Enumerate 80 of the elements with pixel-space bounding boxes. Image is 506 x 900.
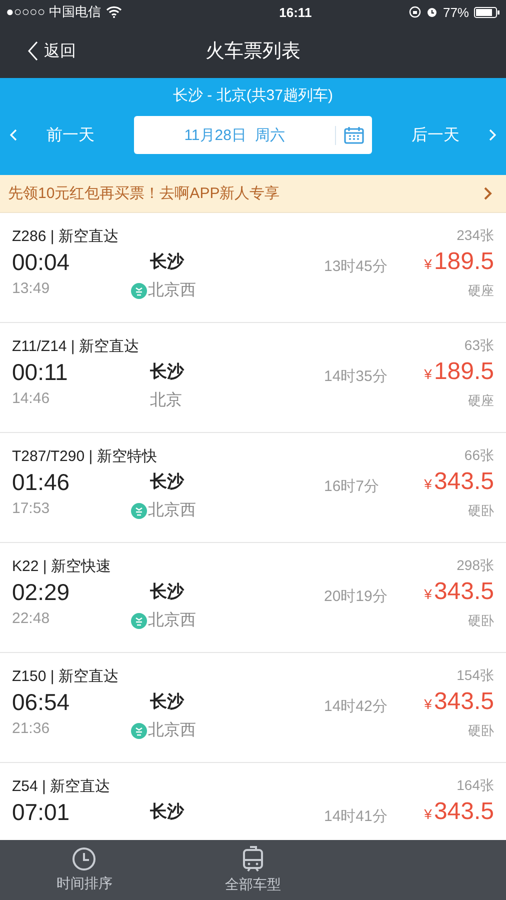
- arrival-time: 14:46: [12, 390, 51, 407]
- calendar-icon: [344, 126, 364, 144]
- wifi-icon: [106, 6, 122, 18]
- arrival-time: 22:48: [12, 610, 51, 627]
- departure-time: 07:01: [12, 799, 71, 826]
- travel-duration: 16时7分: [324, 477, 380, 497]
- train-row[interactable]: K22 | 新空快速 02:29 22:48 长沙 北京西 20时19分 298张 ¥343.5 硬卧: [0, 543, 506, 653]
- chevron-left-icon: [10, 129, 17, 141]
- seat-class: 硬座: [468, 282, 494, 300]
- terminal-badge-icon: [131, 612, 147, 628]
- route-summary: 长沙 - 北京(共37趟列车): [172, 86, 334, 106]
- ticket-price: ¥343.5: [424, 578, 494, 606]
- terminal-badge-icon: [131, 722, 147, 738]
- ticket-price: ¥189.5: [424, 248, 494, 276]
- arrival-station: 北京: [149, 390, 182, 411]
- travel-duration: 14时42分: [324, 697, 388, 717]
- train-row[interactable]: T287/T290 | 新空特快 01:46 17:53 长沙 北京西 16时7分 66张 ¥343.5 硬卧: [0, 433, 506, 543]
- chevron-right-icon: [489, 129, 496, 141]
- departure-station: 长沙: [149, 801, 186, 823]
- departure-time: 00:11: [12, 359, 69, 386]
- seat-class: 硬座: [468, 392, 494, 410]
- arrival-station: 北京西: [148, 610, 196, 631]
- departure-station: 长沙: [149, 691, 186, 713]
- train-row[interactable]: Z11/Z14 | 新空直达 00:11 14:46 长沙 北京 14时35分 63张 ¥189.5 硬座: [0, 323, 506, 433]
- arrival-time: 13:49: [12, 280, 51, 297]
- seat-class: 硬卧: [468, 502, 494, 520]
- train-row[interactable]: Z150 | 新空直达 06:54 21:36 长沙 北京西 14时42分 154张 ¥343.5 硬卧: [0, 653, 506, 763]
- clock-time: 16:11: [278, 4, 313, 20]
- battery-percent: 77%: [442, 4, 469, 20]
- seat-class: 硬卧: [468, 722, 494, 740]
- tickets-left: 154张: [456, 667, 494, 685]
- train-number: Z150 | 新空直达: [12, 667, 118, 686]
- tickets-left: 164张: [456, 777, 494, 795]
- arrival-time: 17:53: [12, 500, 51, 517]
- train-number: Z11/Z14 | 新空直达: [12, 337, 139, 356]
- arrival-station: 北京西: [148, 280, 196, 301]
- back-button[interactable]: 返回: [24, 36, 80, 66]
- lock-icon: [408, 6, 421, 18]
- arrival-station: 北京西: [148, 500, 196, 521]
- chevron-right-icon: [484, 187, 492, 200]
- departure-time: 01:46: [12, 469, 71, 496]
- departure-station: 长沙: [149, 581, 186, 603]
- travel-duration: 14时41分: [324, 807, 388, 827]
- train-row[interactable]: Z286 | 新空直达 00:04 13:49 长沙 北京西 13时45分 234张 ¥189.5 硬座: [0, 213, 506, 323]
- departure-station: 长沙: [149, 361, 186, 383]
- terminal-badge-icon: [131, 502, 147, 518]
- chevron-left-icon: [28, 41, 38, 61]
- battery-icon: [474, 6, 500, 18]
- departure-time: 06:54: [12, 689, 71, 716]
- ticket-price: ¥343.5: [424, 798, 494, 826]
- travel-duration: 20时19分: [324, 587, 388, 607]
- train-number: Z54 | 新空直达: [12, 777, 110, 796]
- arrival-time: 21:36: [12, 720, 51, 737]
- clock-icon: [72, 847, 96, 871]
- ticket-price: ¥189.5: [424, 358, 494, 386]
- train-number: Z286 | 新空直达: [12, 227, 118, 246]
- train-icon: [242, 846, 264, 872]
- departure-station: 长沙: [149, 251, 186, 273]
- travel-duration: 13时45分: [324, 257, 388, 277]
- train-number: T287/T290 | 新空特快: [12, 447, 157, 466]
- alarm-icon: [426, 6, 438, 18]
- promo-banner[interactable]: 先领10元红包再买票！去啊APP新人专享: [0, 175, 506, 213]
- ticket-price: ¥343.5: [424, 688, 494, 716]
- departure-time: 00:04: [12, 249, 71, 276]
- tickets-left: 63张: [464, 337, 494, 355]
- carrier-name: ●○○○○ 中国电信: [6, 3, 101, 21]
- terminal-badge-icon: [131, 282, 147, 298]
- arrival-station: 北京西: [148, 720, 196, 741]
- travel-duration: 14时35分: [324, 367, 388, 387]
- departure-station: 长沙: [149, 471, 186, 493]
- seat-class: 硬卧: [468, 612, 494, 630]
- page-title: 火车票列表: [206, 40, 300, 64]
- ticket-price: ¥343.5: [424, 468, 494, 496]
- tickets-left: 66张: [464, 447, 494, 465]
- tab-bar-item[interactable]: 全部车型: [168, 840, 338, 900]
- tab-bar-item[interactable]: 时间排序: [0, 840, 169, 900]
- tickets-left: 234张: [456, 227, 494, 245]
- train-number: K22 | 新空快速: [12, 557, 111, 576]
- departure-time: 02:29: [12, 579, 71, 606]
- tickets-left: 298张: [456, 557, 494, 575]
